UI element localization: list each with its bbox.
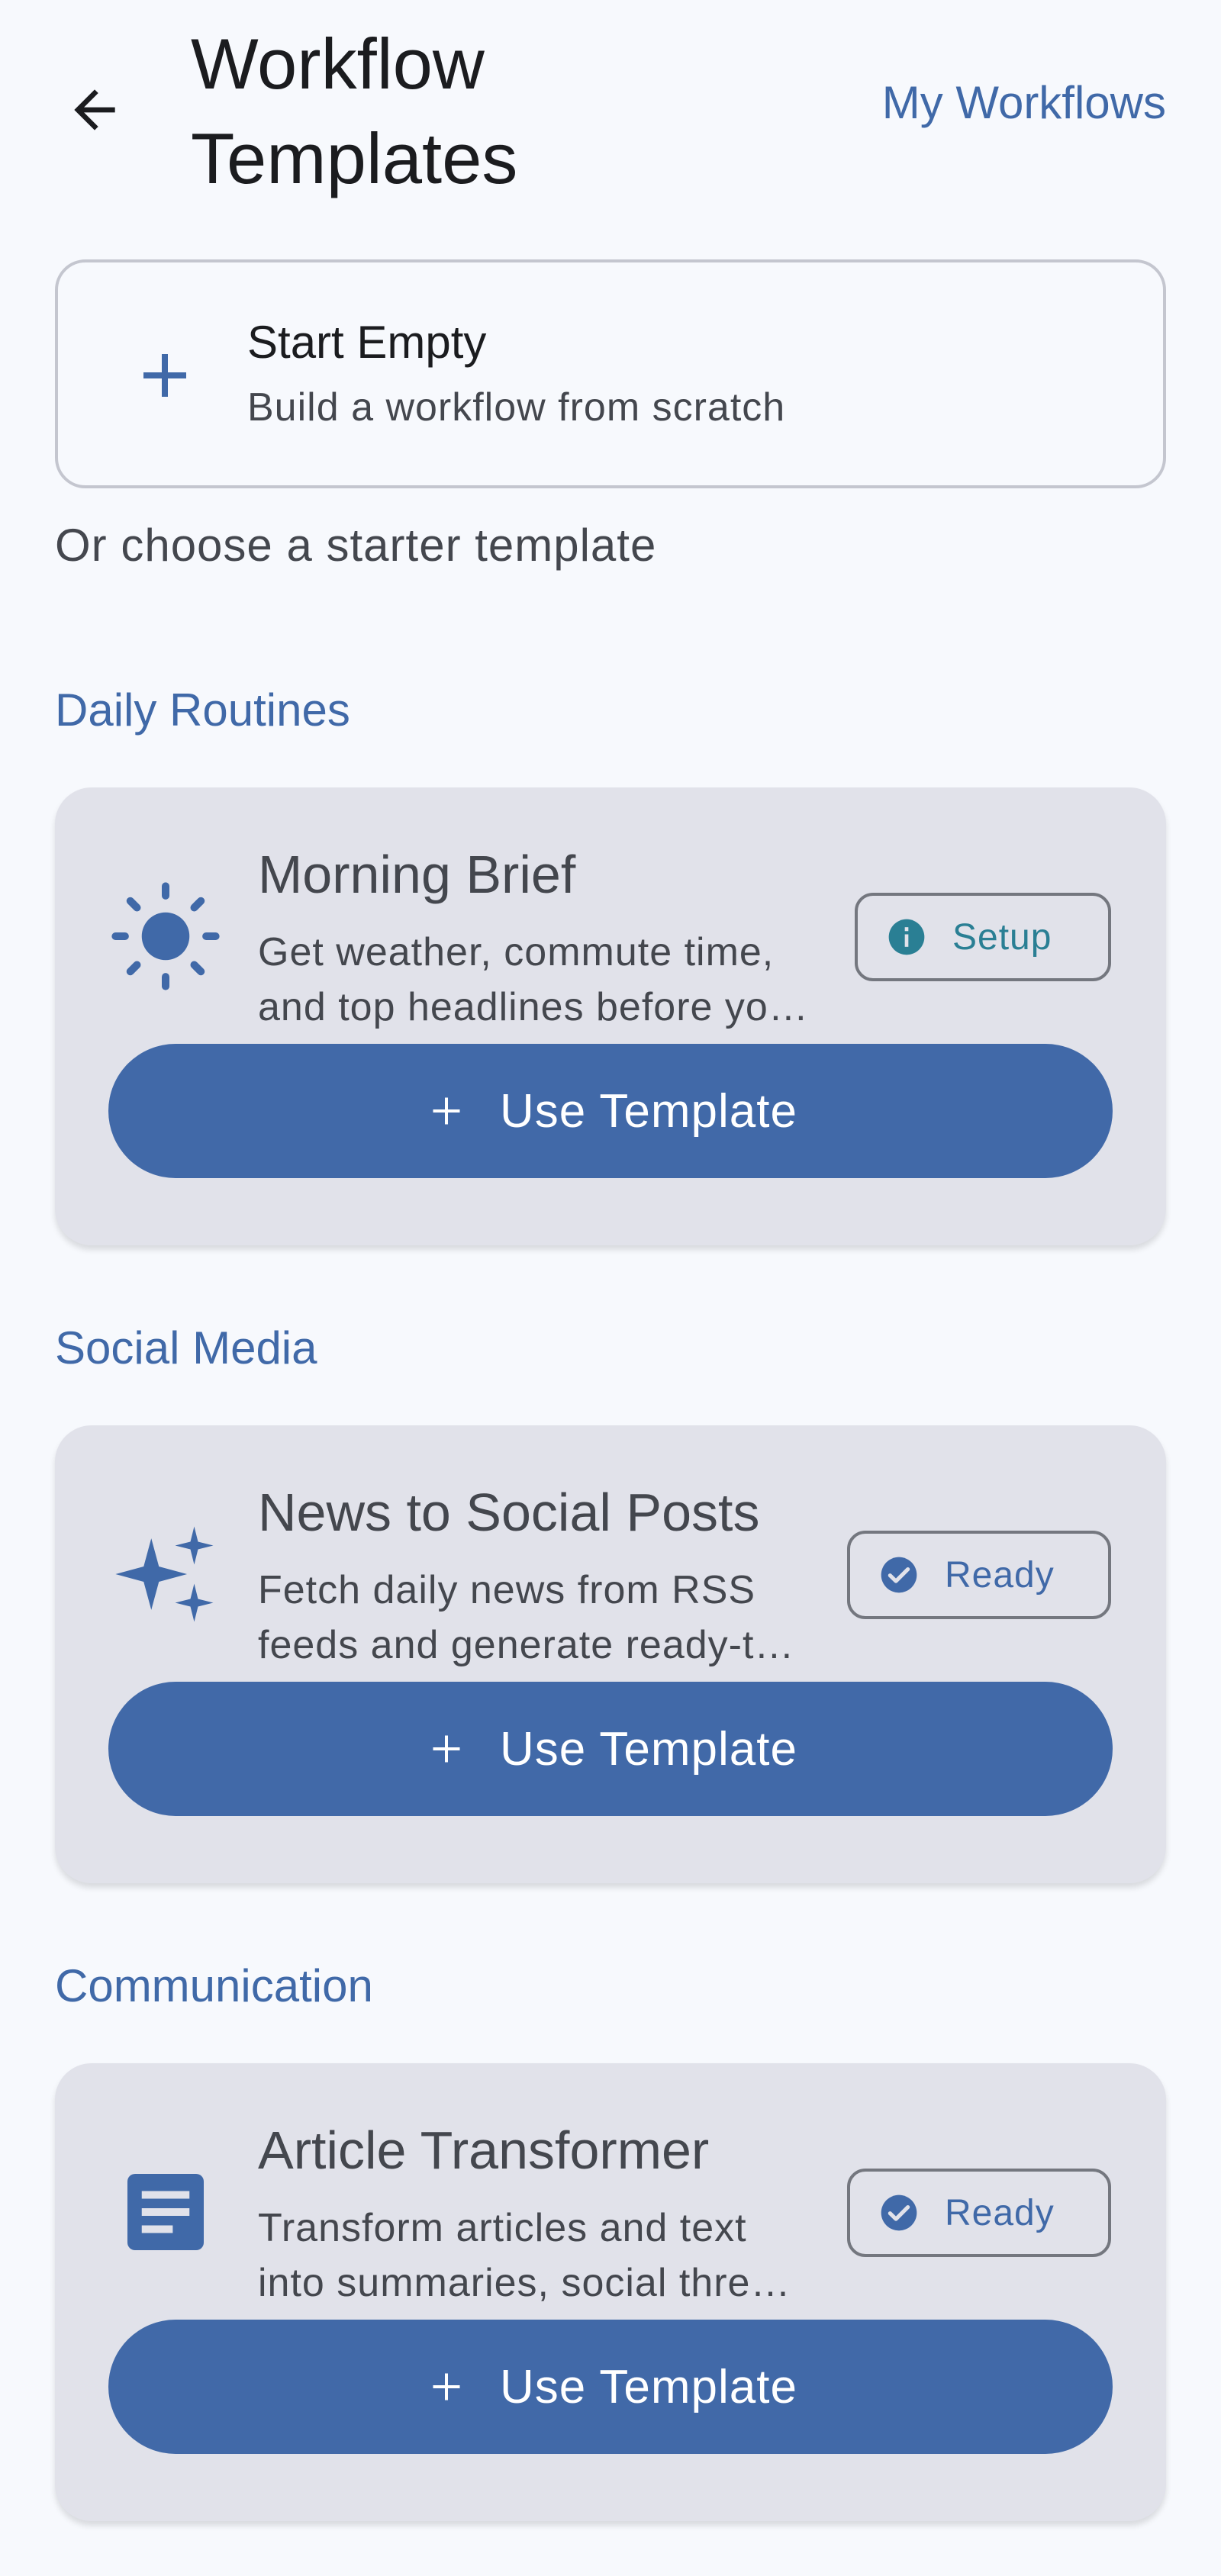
status-badge: Ready xyxy=(847,2169,1111,2257)
sun-icon xyxy=(111,882,220,990)
page-title-line-2: Templates xyxy=(191,118,518,198)
plus-icon xyxy=(433,1097,460,1125)
template-title: News to Social Posts xyxy=(258,1483,760,1542)
status-badge: Setup xyxy=(855,893,1111,981)
use-template-label: Use Template xyxy=(500,1722,797,1776)
choose-template-label: Or choose a starter template xyxy=(55,520,657,571)
template-card-news-to-social-posts[interactable]: News to Social Posts Fetch daily news fr… xyxy=(55,1425,1166,1883)
plus-icon xyxy=(433,1735,460,1763)
article-icon xyxy=(127,2174,204,2250)
sparkles-icon xyxy=(115,1526,214,1622)
template-description: Transform articles and text into summari… xyxy=(258,2201,823,2310)
section-title-communication: Communication xyxy=(55,1960,373,2011)
template-description-line-2: feeds and generate ready-t… xyxy=(258,1623,795,1667)
template-description-line-1: Transform articles and text xyxy=(258,2206,747,2250)
use-template-button[interactable]: Use Template xyxy=(108,1682,1113,1816)
section-title-daily-routines: Daily Routines xyxy=(55,684,350,736)
check-circle-icon xyxy=(881,1557,917,1593)
status-badge-label: Ready xyxy=(945,1554,1055,1596)
template-card-article-transformer[interactable]: Article Transformer Transform articles a… xyxy=(55,2063,1166,2521)
template-description-line-2: into summaries, social thre… xyxy=(258,2261,791,2305)
page-title: Workflow Templates xyxy=(191,17,725,206)
template-description-line-1: Fetch daily news from RSS xyxy=(258,1568,756,1612)
template-description: Get weather, commute time, and top headl… xyxy=(258,925,823,1035)
template-title: Article Transformer xyxy=(258,2120,710,2180)
template-icon xyxy=(108,2155,223,2262)
section-title-social-media: Social Media xyxy=(55,1322,317,1373)
use-template-label: Use Template xyxy=(500,2360,797,2413)
arrow-left-icon xyxy=(74,89,115,130)
check-circle-icon xyxy=(881,2194,917,2231)
use-template-button[interactable]: Use Template xyxy=(108,1044,1113,1178)
use-template-label: Use Template xyxy=(500,1084,797,1138)
start-empty-subtitle: Build a workflow from scratch xyxy=(247,385,786,430)
template-icon xyxy=(108,1517,223,1624)
my-workflows-button[interactable]: My Workflows xyxy=(882,76,1166,129)
plus-icon xyxy=(433,2373,460,2401)
top-app-bar: Workflow Templates My Workflows xyxy=(0,0,1221,221)
template-icon xyxy=(108,879,223,990)
template-description: Fetch daily news from RSS feeds and gene… xyxy=(258,1563,823,1673)
start-empty-card[interactable]: Start Empty Build a workflow from scratc… xyxy=(55,259,1166,488)
status-badge-label: Setup xyxy=(952,916,1052,958)
status-badge: Ready xyxy=(847,1531,1111,1619)
template-description-line-1: Get weather, commute time, xyxy=(258,930,775,974)
start-empty-title: Start Empty xyxy=(247,317,487,368)
template-card-morning-brief[interactable]: Morning Brief Get weather, commute time,… xyxy=(55,787,1166,1245)
use-template-button[interactable]: Use Template xyxy=(108,2320,1113,2454)
template-description-line-2: and top headlines before yo… xyxy=(258,985,809,1029)
template-title: Morning Brief xyxy=(258,845,576,904)
back-button[interactable] xyxy=(55,70,134,150)
status-badge-label: Ready xyxy=(945,2192,1055,2233)
plus-icon xyxy=(143,354,186,397)
info-icon xyxy=(888,919,925,955)
page-title-line-1: Workflow xyxy=(191,24,485,104)
